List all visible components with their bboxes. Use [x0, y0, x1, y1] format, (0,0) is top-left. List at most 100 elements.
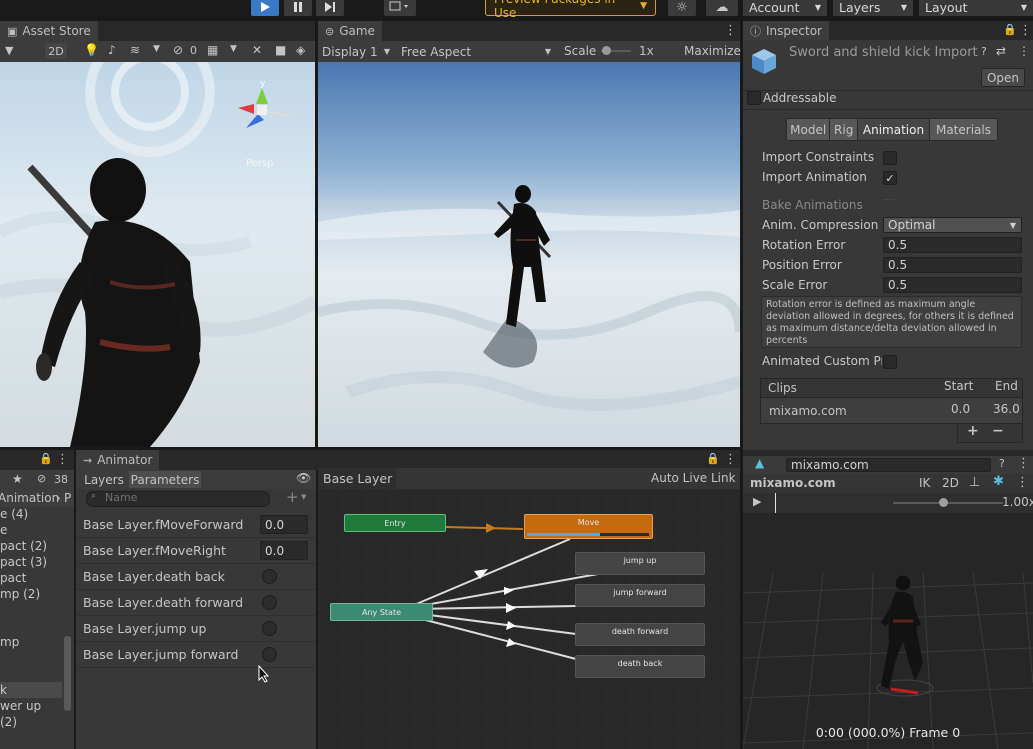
pause-button[interactable]: [284, 0, 312, 16]
lock-icon[interactable]: 🔒: [1003, 23, 1017, 36]
layer-breadcrumb[interactable]: Base Layer: [318, 468, 396, 489]
tab-inspector[interactable]: ⓘ Inspector: [743, 21, 829, 41]
hidden-icon[interactable]: ⊘: [37, 472, 46, 485]
preview-play-icon[interactable]: ▶: [753, 495, 761, 508]
add-parameter-button[interactable]: +: [286, 488, 299, 506]
parameter-row[interactable]: Base Layer.jump forward: [76, 642, 316, 668]
parameter-row[interactable]: Base Layer.death back: [76, 564, 316, 590]
more-options-icon[interactable]: ⋮: [1017, 456, 1030, 471]
ik-toggle[interactable]: IK: [919, 476, 930, 490]
anim-compression-dropdown[interactable]: Optimal ▼: [883, 217, 1022, 233]
chevron-down-icon[interactable]: ▼: [301, 493, 306, 501]
state-death-forward[interactable]: death forward: [575, 623, 705, 646]
pivot-icon[interactable]: ⊥: [969, 475, 980, 490]
play-button[interactable]: [251, 0, 279, 16]
state-machine-graph[interactable]: Entry Move Any State jump up jump forwar…: [318, 489, 740, 749]
state-death-back[interactable]: death back: [575, 655, 705, 678]
dropdown-arrow-icon[interactable]: ▼: [5, 44, 13, 57]
import-constraints-checkbox[interactable]: [883, 151, 897, 165]
help-icon[interactable]: ?: [999, 457, 1005, 470]
import-animation-checkbox[interactable]: ✓: [883, 171, 897, 185]
more-options-icon[interactable]: ⋮: [1019, 23, 1032, 38]
lock-icon[interactable]: 🔒: [706, 452, 720, 465]
tab-game[interactable]: ⊜ Game: [318, 21, 382, 41]
tab-model[interactable]: Model: [787, 119, 831, 140]
more-options-icon[interactable]: ⋮: [1016, 475, 1029, 490]
favorite-icon[interactable]: ★: [12, 472, 23, 486]
step-button[interactable]: [316, 0, 344, 16]
parameter-row[interactable]: Base Layer.fMoveForward 0.0: [76, 512, 316, 538]
scale-error-field[interactable]: 0.5: [883, 277, 1022, 293]
camera-icon[interactable]: ■: [275, 43, 286, 57]
effects-icon[interactable]: ≋: [130, 43, 140, 57]
tab-asset-store[interactable]: ▣ Asset Store: [0, 21, 98, 41]
clip-row[interactable]: mixamo.com 0.0 36.0: [760, 398, 1023, 424]
account-dropdown[interactable]: Account ▼: [743, 0, 827, 16]
tab-materials[interactable]: Materials: [929, 119, 997, 140]
breadcrumb-animation[interactable]: Animation: [0, 491, 59, 505]
tab-rig[interactable]: Rig: [830, 119, 858, 140]
presets-icon[interactable]: ⇄: [996, 44, 1006, 58]
list-item[interactable]: e (4): [0, 506, 28, 522]
scene-viewport[interactable]: y Persp: [0, 62, 315, 447]
parameter-float-field[interactable]: 0.0: [260, 515, 308, 534]
tools-icon[interactable]: ✕: [252, 43, 262, 57]
parameter-float-field[interactable]: 0.0: [260, 541, 308, 560]
tab-animation[interactable]: Animation: [858, 119, 930, 140]
preview-viewport[interactable]: 0:00 (000.0%) Frame 0: [743, 513, 1033, 749]
avatar-icon[interactable]: ✱: [993, 474, 1004, 489]
state-entry[interactable]: Entry: [344, 514, 446, 532]
lighting-icon[interactable]: 💡: [84, 43, 99, 57]
2d-toggle[interactable]: 2D: [942, 476, 959, 490]
list-item[interactable]: e: [0, 522, 7, 538]
speed-slider-handle[interactable]: [939, 498, 948, 507]
list-item[interactable]: pact (3): [0, 554, 47, 570]
hidden-objects-icon[interactable]: ⊘: [173, 43, 183, 57]
tab-animator[interactable]: ⇝ Animator: [76, 450, 160, 470]
list-item[interactable]: mp: [0, 634, 19, 650]
audio-icon[interactable]: ♪: [108, 43, 116, 57]
state-jump-up[interactable]: jump up: [575, 552, 705, 575]
position-error-field[interactable]: 0.5: [883, 257, 1022, 273]
scrollbar[interactable]: [64, 636, 71, 711]
2d-toggle[interactable]: 2D: [45, 43, 67, 59]
more-options-icon[interactable]: ⋮: [724, 452, 737, 467]
speed-slider-track[interactable]: [893, 502, 1003, 504]
auto-live-link-toggle[interactable]: Auto Live Link: [651, 471, 736, 485]
maximize-toggle[interactable]: Maximize: [684, 44, 741, 58]
list-item[interactable]: wer up: [0, 698, 41, 714]
list-item[interactable]: pact: [0, 570, 26, 586]
eye-icon[interactable]: 👁: [296, 471, 311, 485]
parameter-row[interactable]: Base Layer.jump up: [76, 616, 316, 642]
trigger-radio[interactable]: [262, 595, 277, 610]
gizmos-icon[interactable]: ◈: [296, 43, 305, 57]
preview-playhead[interactable]: [775, 493, 776, 513]
trigger-radio[interactable]: [262, 621, 277, 636]
add-clip-button[interactable]: +: [967, 423, 979, 439]
breadcrumb-tail[interactable]: P: [64, 491, 71, 505]
list-item[interactable]: mp (2): [0, 586, 40, 602]
grid-icon[interactable]: ▦: [207, 43, 218, 57]
more-options-icon[interactable]: ⋮: [724, 23, 737, 38]
layers-dropdown[interactable]: Layers ▼: [833, 0, 913, 16]
services-button[interactable]: ☼: [668, 0, 696, 16]
chevron-down-icon[interactable]: ▼: [230, 44, 237, 54]
addressable-checkbox[interactable]: [747, 91, 761, 105]
open-button[interactable]: Open: [981, 68, 1025, 87]
help-icon[interactable]: ?: [981, 45, 987, 58]
list-item-selected[interactable]: k: [0, 682, 62, 698]
trigger-radio[interactable]: [262, 569, 277, 584]
animated-custom-checkbox[interactable]: [883, 355, 897, 369]
tab-parameters[interactable]: Parameters: [129, 471, 201, 488]
scale-slider-handle[interactable]: [602, 46, 611, 55]
layout-dropdown[interactable]: Layout ▼: [919, 0, 1033, 16]
cloud-button[interactable]: ☁: [706, 0, 738, 16]
list-item[interactable]: pact (2): [0, 538, 47, 554]
parameter-row[interactable]: Base Layer.death forward: [76, 590, 316, 616]
parameter-search-input[interactable]: ⌕ Name: [86, 491, 270, 507]
more-options-icon[interactable]: ⋮: [56, 452, 69, 467]
display-dropdown[interactable]: Display 1 ▼: [318, 43, 394, 60]
parameter-row[interactable]: Base Layer.fMoveRight 0.0: [76, 538, 316, 564]
more-options-icon[interactable]: ⋮: [1018, 44, 1030, 58]
rotation-error-field[interactable]: 0.5: [883, 237, 1022, 253]
